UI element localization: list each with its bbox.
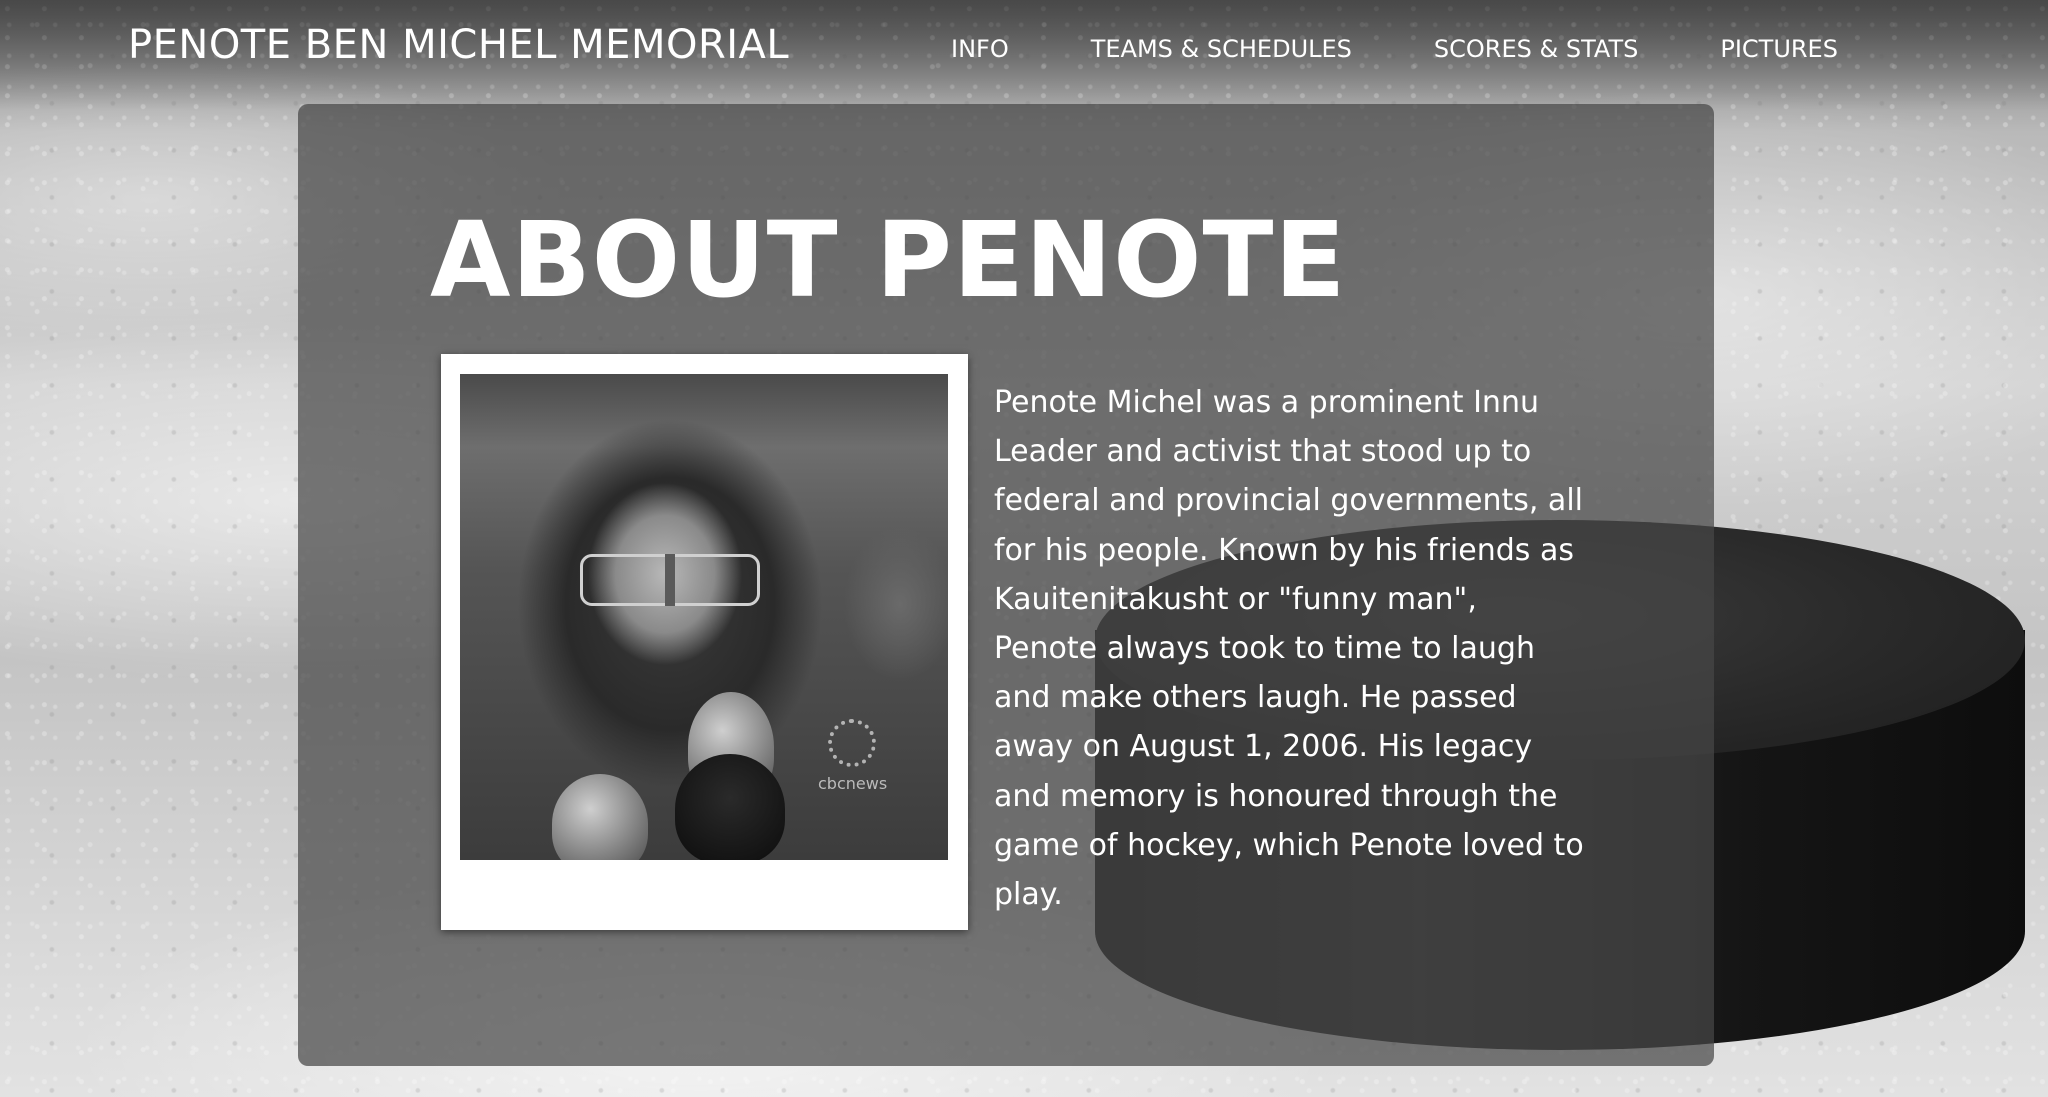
nav-pictures[interactable]: PICTURES bbox=[1720, 32, 1838, 66]
microphone bbox=[675, 754, 785, 860]
nav-scores-stats[interactable]: SCORES & STATS bbox=[1434, 32, 1638, 66]
site-title[interactable]: PENOTE BEN MICHEL MEMORIAL bbox=[128, 22, 789, 68]
main-nav: INFO TEAMS & SCHEDULES SCORES & STATS PI… bbox=[951, 32, 1838, 66]
page-title: ABOUT PENOTE bbox=[430, 199, 1347, 321]
bio-text: Penote Michel was a prominent Innu Leade… bbox=[994, 385, 1584, 913]
portrait-frame: cbcnews bbox=[441, 354, 968, 930]
glasses-detail bbox=[580, 554, 760, 606]
photo-watermark: cbcnews bbox=[818, 774, 888, 793]
cbc-logo-icon bbox=[828, 719, 876, 767]
nav-info[interactable]: INFO bbox=[951, 32, 1009, 66]
nav-teams-schedules[interactable]: TEAMS & SCHEDULES bbox=[1091, 32, 1352, 66]
portrait-photo: cbcnews bbox=[460, 374, 948, 860]
microphone bbox=[552, 774, 648, 860]
